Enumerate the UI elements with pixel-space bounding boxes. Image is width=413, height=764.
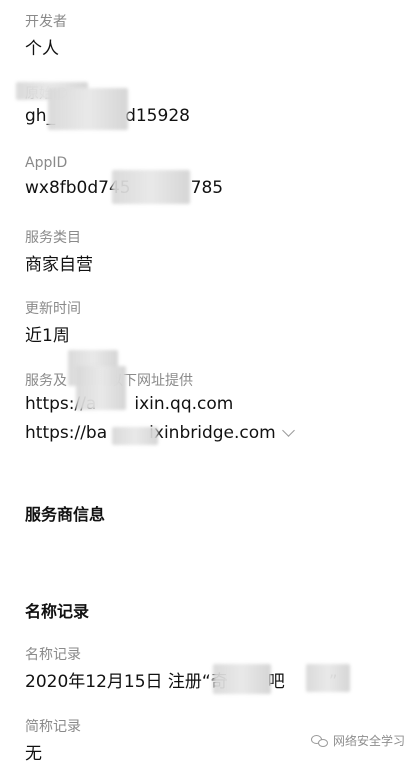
updated-value: 近1周	[25, 326, 70, 346]
redaction-blur	[213, 664, 271, 694]
updated-label: 更新时间	[25, 301, 81, 317]
wechat-icon	[310, 734, 329, 748]
redaction-blur	[306, 664, 350, 692]
original-id-value-suffix: d15928	[125, 106, 190, 126]
developer-value: 个人	[25, 39, 59, 59]
provider-section-title[interactable]: 服务商信息	[25, 501, 105, 525]
redaction-blur	[112, 170, 190, 204]
redaction-blur	[48, 88, 128, 130]
service-url-2-prefix: https://ba	[25, 423, 108, 443]
redaction-blur	[112, 427, 158, 445]
category-value: 商家自营	[25, 255, 93, 275]
service-url-1-suffix: ixin.qq.com	[134, 394, 234, 414]
name-record-label: 名称记录	[25, 647, 81, 663]
short-name-record-value: 无	[25, 744, 42, 764]
chevron-down-icon[interactable]	[281, 424, 295, 437]
redaction-blur	[76, 366, 126, 410]
name-record-value-prefix: 2020年12月15日 注册“奇	[25, 672, 228, 692]
name-record-section-title: 名称记录	[25, 602, 90, 621]
category-label: 服务类目	[25, 230, 81, 246]
watermark: 网络安全学习	[310, 732, 405, 749]
appid-value-suffix: 785	[190, 178, 224, 198]
name-record-value: 2020年12月15日 注册“奇吧”	[25, 667, 338, 692]
appid-label: AppID	[25, 155, 68, 171]
watermark-text: 网络安全学习	[332, 734, 405, 748]
service-url-2[interactable]: https://ba ixinbridge.com	[25, 423, 295, 443]
developer-label: 开发者	[25, 14, 67, 30]
service-url-2-suffix: ixinbridge.com	[149, 423, 276, 443]
service-url-1[interactable]: https://a ixin.qq.com	[25, 394, 233, 414]
service-urls-label-prefix: 服务及	[25, 373, 67, 389]
short-name-record-label: 简称记录	[25, 719, 81, 735]
